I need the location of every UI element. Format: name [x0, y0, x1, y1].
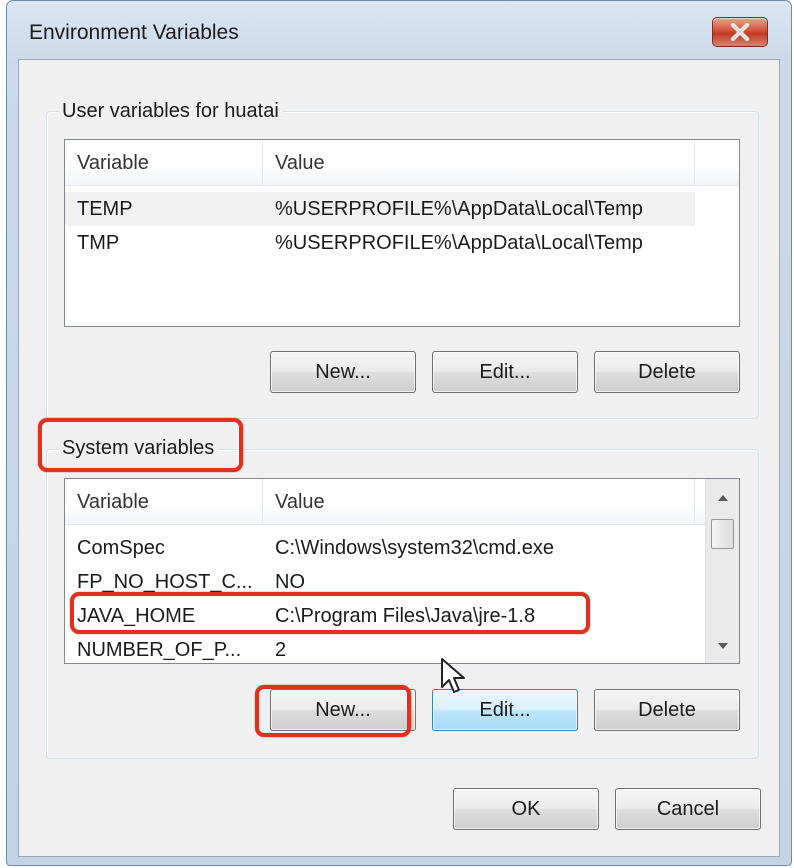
highlight-new-button: [255, 685, 411, 737]
user-edit-button[interactable]: Edit...: [432, 351, 578, 393]
system-column-variable[interactable]: Variable: [65, 479, 263, 525]
system-row-variable: ComSpec: [77, 537, 165, 559]
user-variables-label: User variables for huatai: [58, 100, 283, 123]
user-row-temp[interactable]: TEMP %USERPROFILE%\AppData\Local\Temp: [65, 192, 695, 226]
cancel-button[interactable]: Cancel: [615, 788, 761, 830]
system-variables-list[interactable]: Variable Value ComSpec C:\Windows\system…: [64, 478, 740, 664]
user-row-value: %USERPROFILE%\AppData\Local\Temp: [275, 232, 643, 254]
user-column-variable[interactable]: Variable: [65, 140, 263, 186]
user-variables-list[interactable]: Variable Value TEMP %USERPROFILE%\AppDat…: [64, 139, 740, 327]
title-bar[interactable]: Environment Variables: [7, 1, 791, 59]
close-icon: [731, 23, 749, 41]
system-list-header: Variable Value: [65, 479, 705, 525]
highlight-system-variables-label: [38, 418, 243, 472]
user-row-variable: TMP: [77, 232, 120, 254]
system-row-comspec[interactable]: ComSpec C:\Windows\system32\cmd.exe: [65, 531, 705, 565]
mouse-pointer-icon: [441, 658, 465, 693]
system-list-scrollbar[interactable]: [705, 479, 739, 663]
user-list-header: Variable Value: [65, 140, 739, 186]
user-column-value[interactable]: Value: [263, 140, 695, 186]
user-row-tmp[interactable]: TMP %USERPROFILE%\AppData\Local\Temp: [65, 226, 695, 260]
window-title: Environment Variables: [29, 21, 239, 44]
highlight-java-home-row: [70, 592, 590, 634]
system-row-value: C:\Windows\system32\cmd.exe: [275, 537, 554, 559]
user-new-button[interactable]: New...: [270, 351, 416, 393]
chevron-up-icon: [717, 495, 728, 501]
user-row-variable: TEMP: [77, 198, 133, 220]
scroll-thumb[interactable]: [711, 519, 734, 549]
scroll-up-button[interactable]: [706, 483, 739, 513]
system-delete-button[interactable]: Delete: [594, 689, 740, 731]
chevron-down-icon: [717, 643, 728, 649]
scroll-down-button[interactable]: [706, 631, 739, 661]
user-row-value: %USERPROFILE%\AppData\Local\Temp: [275, 198, 643, 220]
user-delete-button[interactable]: Delete: [594, 351, 740, 393]
system-row-variable: NUMBER_OF_P...: [77, 639, 242, 661]
ok-button[interactable]: OK: [453, 788, 599, 830]
system-column-value[interactable]: Value: [263, 479, 695, 525]
system-row-value: 2: [275, 639, 287, 661]
system-row-number-of-processors[interactable]: NUMBER_OF_P... 2: [65, 633, 705, 663]
close-button[interactable]: [712, 17, 768, 47]
